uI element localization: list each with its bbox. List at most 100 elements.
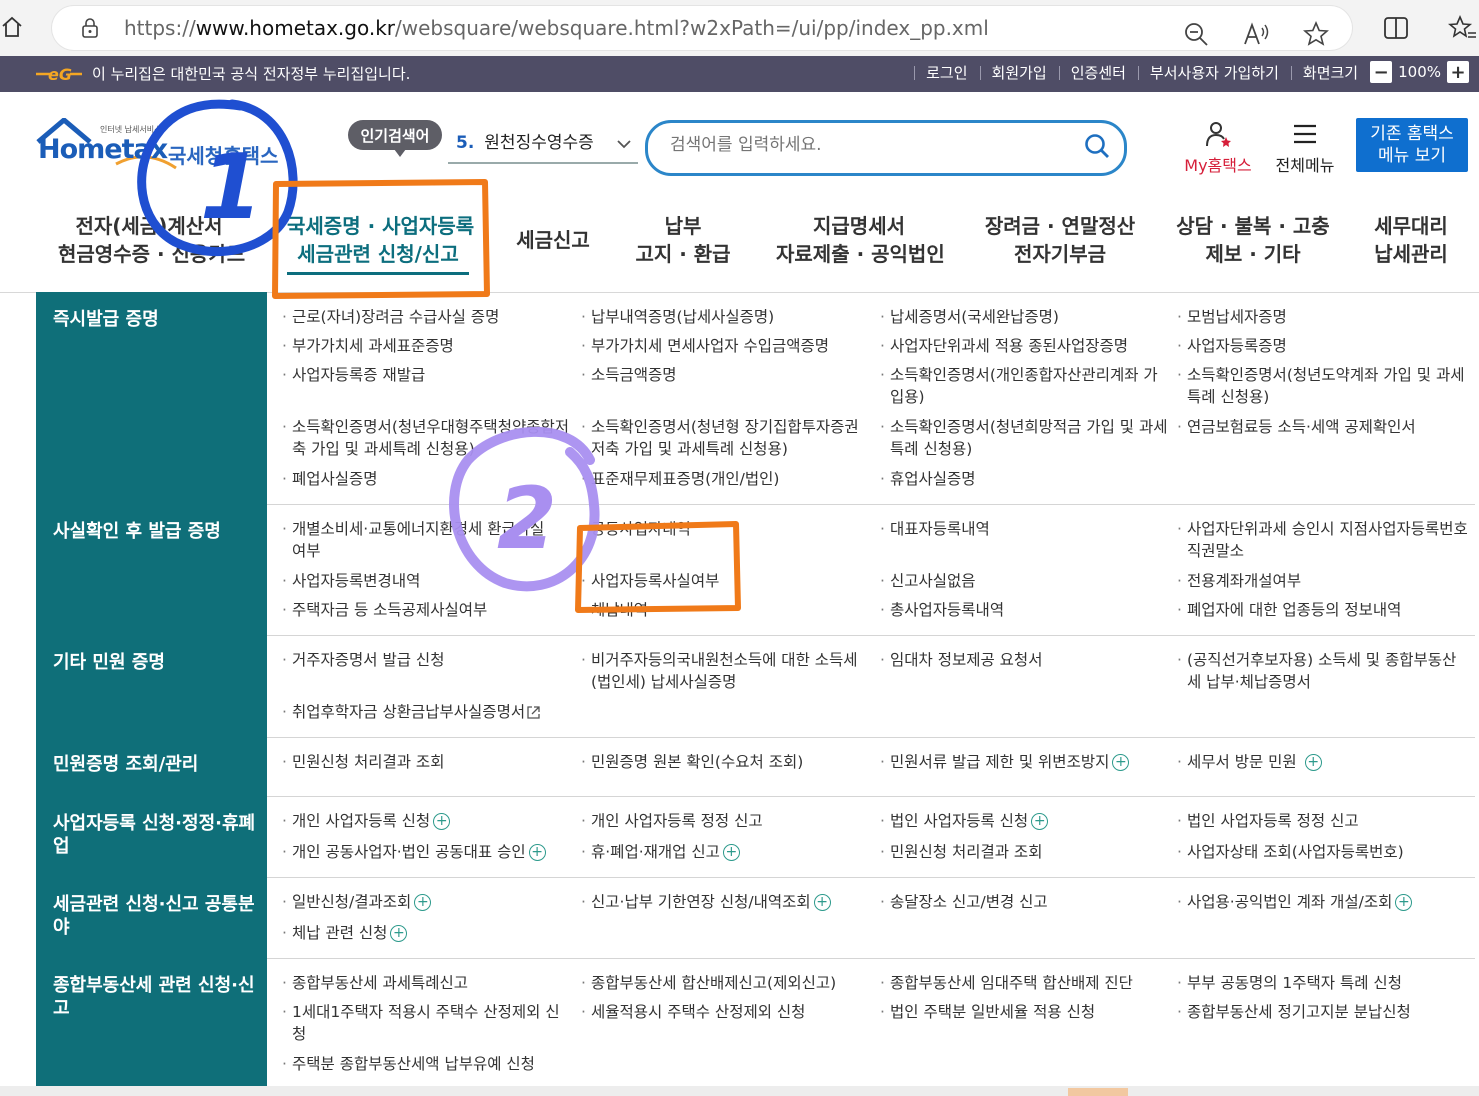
- menu-link-expandable[interactable]: 신고·납부 기한연장 신청/내역조회+: [581, 891, 881, 913]
- horizontal-scrollbar[interactable]: [0, 1086, 1479, 1096]
- menu-link[interactable]: 민원신청 처리결과 조회: [880, 841, 1170, 863]
- menu-link[interactable]: 소득확인증명서(청년도약계좌 가입 및 과세특례 신청용): [1177, 364, 1472, 408]
- menu-link[interactable]: 개인 사업자등록 정정 신고: [581, 810, 871, 832]
- menu-link[interactable]: 종합부동산세 과세특례신고: [282, 972, 572, 994]
- plus-circle-icon[interactable]: +: [813, 894, 831, 911]
- scrollbar-thumb[interactable]: [1068, 1088, 1128, 1096]
- url-text[interactable]: https://www.hometax.go.kr/websquare/webs…: [124, 16, 989, 40]
- nav-e-invoice[interactable]: 전자(세금)계산서 현금영수증 · 신용카드: [58, 212, 245, 268]
- plus-circle-icon[interactable]: +: [528, 844, 546, 861]
- chevron-down-icon[interactable]: [616, 136, 632, 152]
- menu-link[interactable]: 1세대1주택자 적용시 주택수 산정제외 신청: [282, 1001, 572, 1045]
- menu-link[interactable]: 세율적용시 주택수 산정제외 신청: [581, 1001, 871, 1023]
- zoom-out-icon[interactable]: [1182, 20, 1210, 48]
- business-registration-check-link[interactable]: 사업자등록사실여부: [581, 570, 871, 592]
- zoom-minus-button[interactable]: −: [1370, 61, 1393, 83]
- menu-link[interactable]: 공동사업자내역: [581, 518, 871, 540]
- menu-link[interactable]: 전용계좌개설여부: [1177, 570, 1472, 592]
- nav-certificates-registration[interactable]: 국세증명 · 사업자등록 세금관련 신청/신고: [287, 212, 474, 268]
- menu-link[interactable]: 임대차 정보제공 요청서: [880, 649, 1170, 671]
- nav-payment-statement[interactable]: 지급명세서 자료제출 · 공익법인: [776, 212, 945, 268]
- nav-payment[interactable]: 납부 고지 · 환급: [633, 212, 733, 268]
- menu-link[interactable]: 부가가치세 면세사업자 수입금액증명: [581, 335, 871, 357]
- menu-link[interactable]: 송달장소 신고/변경 신고: [880, 891, 1170, 913]
- menu-link[interactable]: 사업자등록증명: [1177, 335, 1472, 357]
- menu-link[interactable]: 민원신청 처리결과 조회: [282, 751, 572, 773]
- menu-link[interactable]: 체납내역: [581, 599, 871, 621]
- zoom-plus-button[interactable]: +: [1447, 61, 1469, 83]
- menu-link[interactable]: 모범납세자증명: [1177, 306, 1472, 328]
- menu-link-expandable[interactable]: 개인 공동사업자·법인 공동대표 승인+: [282, 841, 582, 863]
- menu-link[interactable]: (공직선거후보자용) 소득세 및 종합부동산세 납부·체납증명서: [1177, 649, 1467, 693]
- menu-link[interactable]: 휴업사실증명: [880, 468, 1170, 490]
- menu-link[interactable]: 법인 주택분 일반세율 적용 신청: [880, 1001, 1170, 1023]
- menu-link[interactable]: 민원증명 원본 확인(수요처 조회): [581, 751, 871, 773]
- menu-link[interactable]: 근로(자녀)장려금 수급사실 증명: [282, 306, 572, 328]
- menu-link[interactable]: 총사업자등록내역: [880, 599, 1170, 621]
- plus-circle-icon[interactable]: +: [414, 894, 432, 911]
- menu-link-expandable[interactable]: 체납 관련 신청+: [282, 922, 582, 944]
- nav-consultation-appeal[interactable]: 상담 · 불복 · 고충 제보 · 기타: [1176, 212, 1330, 268]
- menu-link[interactable]: 개별소비세·교통에너지환경세 환급사실 여부: [282, 518, 562, 562]
- menu-link-expandable[interactable]: 개인 사업자등록 신청+: [282, 810, 582, 832]
- address-bar[interactable]: https://www.hometax.go.kr/websquare/webs…: [52, 6, 1352, 50]
- menu-link-external[interactable]: 취업후학자금 상환금납부사실증명서: [282, 701, 582, 723]
- menu-link[interactable]: 법인 사업자등록 정정 신고: [1177, 810, 1472, 832]
- menu-link[interactable]: 납부내역증명(납세사실증명): [581, 306, 871, 328]
- read-aloud-icon[interactable]: [1242, 20, 1270, 48]
- dept-user-signup-link[interactable]: 부서사용자 가입하기: [1137, 62, 1291, 83]
- plus-circle-icon[interactable]: +: [390, 925, 408, 942]
- menu-link[interactable]: 사업자상태 조회(사업자등록번호): [1177, 841, 1472, 863]
- menu-link[interactable]: 종합부동산세 합산배제신고(제외신고): [581, 972, 871, 994]
- all-menu-button[interactable]: 전체메뉴: [1268, 120, 1342, 176]
- menu-link-expandable[interactable]: 세무서 방문 민원 +: [1177, 751, 1472, 773]
- favorites-list-icon[interactable]: [1448, 14, 1476, 42]
- favorite-star-icon[interactable]: [1302, 20, 1330, 48]
- search-input[interactable]: [668, 134, 1052, 156]
- menu-link-expandable[interactable]: 사업용·공익법인 계좌 개설/조회+: [1177, 891, 1477, 913]
- split-screen-icon[interactable]: [1382, 14, 1410, 42]
- menu-link[interactable]: 폐업사실증명: [282, 468, 572, 490]
- menu-link[interactable]: 폐업자에 대한 업종등의 정보내역: [1177, 599, 1472, 621]
- menu-link[interactable]: 비거주자등의국내원천소득에 대한 소득세(법인세) 납세사실증명: [581, 649, 866, 693]
- menu-link[interactable]: 소득확인증명서(청년형 장기집합투자증권저축 가입 및 과세특례 신청용): [581, 416, 871, 460]
- menu-link[interactable]: 거주자증명서 발급 신청: [282, 649, 572, 671]
- menu-link[interactable]: 납세증명서(국세완납증명): [880, 306, 1170, 328]
- menu-link[interactable]: 사업자단위과세 적용 종된사업장증명: [880, 335, 1170, 357]
- lock-icon[interactable]: [80, 17, 100, 39]
- menu-link[interactable]: 주택분 종합부동산세액 납부유예 신청: [282, 1053, 572, 1075]
- menu-link[interactable]: 소득금액증명: [581, 364, 871, 386]
- menu-link[interactable]: 부가가치세 과세표준증명: [282, 335, 572, 357]
- menu-link[interactable]: 주택자금 등 소득공제사실여부: [282, 599, 572, 621]
- menu-link[interactable]: 신고사실없음: [880, 570, 1170, 592]
- plus-circle-icon[interactable]: +: [433, 813, 451, 830]
- menu-link[interactable]: 사업자단위과세 승인시 지점사업자등록번호 직권말소: [1177, 518, 1472, 562]
- menu-link-expandable[interactable]: 민원서류 발급 제한 및 위변조방지+: [880, 751, 1180, 773]
- plus-circle-icon[interactable]: +: [722, 844, 740, 861]
- menu-link[interactable]: 대표자등록내역: [880, 518, 1170, 540]
- menu-link[interactable]: 사업자등록증 재발급: [282, 364, 572, 386]
- plus-circle-icon[interactable]: +: [1031, 813, 1049, 830]
- menu-link-expandable[interactable]: 휴·폐업·재개업 신고+: [581, 841, 881, 863]
- home-icon[interactable]: [0, 15, 24, 39]
- nav-incentives-year-end[interactable]: 장려금 · 연말정산 전자기부금: [984, 212, 1136, 268]
- menu-link-expandable[interactable]: 일반신청/결과조회+: [282, 891, 582, 913]
- cert-center-link[interactable]: 인증센터: [1058, 62, 1138, 83]
- my-hometax-button[interactable]: My홈택스: [1176, 120, 1260, 176]
- menu-link[interactable]: 종합부동산세 임대주택 합산배제 진단: [880, 972, 1170, 994]
- menu-link-expandable[interactable]: 법인 사업자등록 신청+: [880, 810, 1180, 832]
- nav-tax-filing[interactable]: 세금신고: [503, 226, 603, 254]
- plus-circle-icon[interactable]: +: [1395, 894, 1413, 911]
- nav-tax-agent[interactable]: 세무대리 납세관리: [1366, 212, 1456, 268]
- menu-link[interactable]: 소득확인증명서(청년희망적금 가입 및 과세특례 신청용): [880, 416, 1170, 460]
- signup-link[interactable]: 회원가입: [979, 62, 1059, 83]
- menu-link[interactable]: 종합부동산세 정기고지분 분납신청: [1177, 1001, 1472, 1023]
- popular-search-term[interactable]: 5. 원천징수영수증: [448, 128, 638, 164]
- menu-link[interactable]: 소득확인증명서(개인종합자산관리계좌 가입용): [880, 364, 1168, 408]
- search-icon[interactable]: [1084, 133, 1110, 159]
- menu-link[interactable]: 부부 공동명의 1주택자 특례 신청: [1177, 972, 1472, 994]
- menu-link[interactable]: 사업자등록변경내역: [282, 570, 572, 592]
- menu-link[interactable]: 표준재무제표증명(개인/법인): [581, 468, 871, 490]
- menu-link[interactable]: 연금보험료등 소득·세액 공제확인서: [1177, 416, 1472, 438]
- plus-circle-icon[interactable]: +: [1112, 754, 1130, 771]
